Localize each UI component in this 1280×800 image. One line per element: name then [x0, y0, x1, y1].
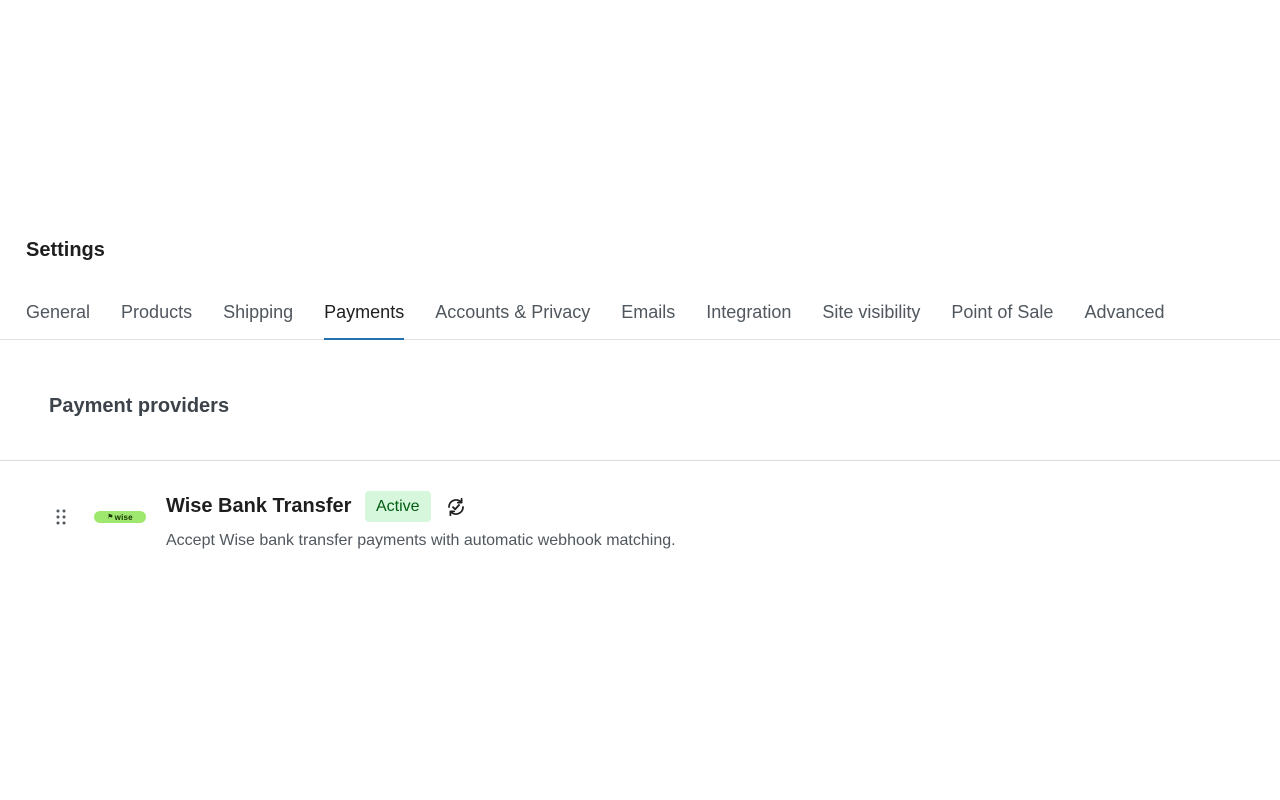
sync-icon[interactable] [444, 495, 468, 519]
tab-general[interactable]: General [26, 290, 90, 340]
section-title: Payment providers [49, 395, 230, 417]
tab-point-of-sale[interactable]: Point of Sale [951, 290, 1053, 340]
wise-logo: ⚑ wise [94, 511, 146, 523]
tab-list: General Products Shipping Payments Accou… [26, 290, 1196, 340]
tab-accounts-privacy[interactable]: Accounts & Privacy [435, 290, 590, 340]
settings-page: Settings General Products Shipping Payme… [0, 0, 1280, 800]
provider-name[interactable]: Wise Bank Transfer [166, 493, 351, 519]
tab-emails[interactable]: Emails [621, 290, 675, 340]
logo-text: wise [114, 512, 133, 522]
wise-flag-icon: ⚑ [107, 514, 114, 521]
status-badge: Active [365, 491, 431, 522]
settings-tabs: General Products Shipping Payments Accou… [0, 290, 1280, 340]
tab-advanced[interactable]: Advanced [1084, 290, 1164, 340]
drag-handle-icon[interactable] [54, 507, 68, 527]
tab-products[interactable]: Products [121, 290, 192, 340]
provider-row: ⚑ wise Wise Bank Transfer Active Accept … [0, 461, 1280, 571]
tab-site-visibility[interactable]: Site visibility [822, 290, 920, 340]
tab-shipping[interactable]: Shipping [223, 290, 293, 340]
provider-description: Accept Wise bank transfer payments with … [166, 532, 676, 549]
tab-payments[interactable]: Payments [324, 290, 405, 340]
page-title: Settings [26, 239, 105, 261]
tab-integration[interactable]: Integration [706, 290, 791, 340]
